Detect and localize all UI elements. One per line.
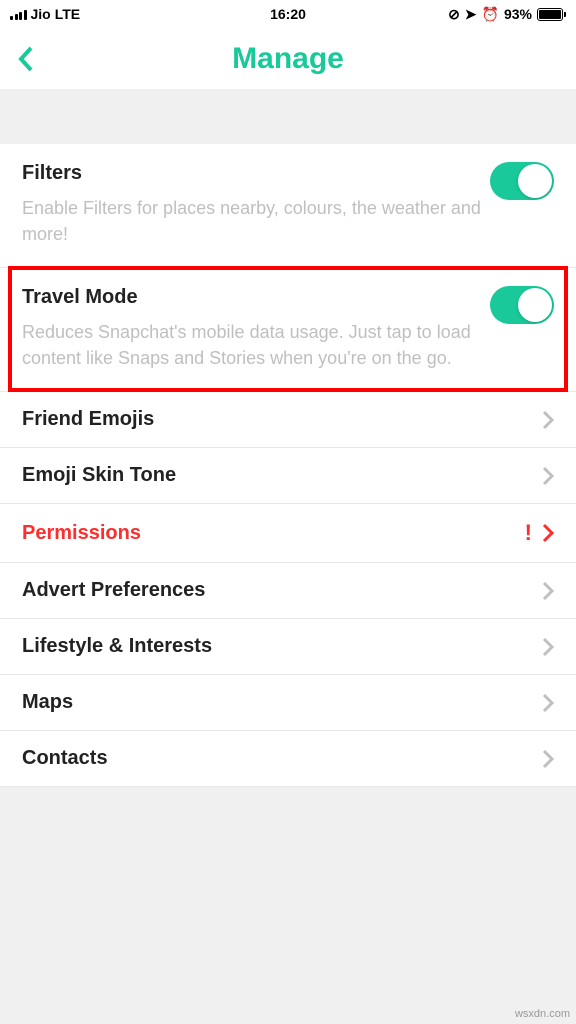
row-title: Advert Preferences	[22, 579, 542, 602]
watermark: wsxdn.com	[515, 1008, 570, 1020]
rotation-lock-icon: ⊘	[448, 6, 460, 23]
filters-toggle[interactable]	[490, 162, 554, 200]
status-bar: Jio LTE 16:20 ⊘ ➤ ⏰ 93%	[0, 0, 576, 28]
section-spacer	[0, 90, 576, 144]
row-title: Filters	[22, 162, 490, 185]
chevron-right-icon	[542, 749, 554, 769]
settings-list: Filters Enable Filters for places nearby…	[0, 144, 576, 787]
row-advert-preferences[interactable]: Advert Preferences	[0, 563, 576, 619]
row-title: Emoji Skin Tone	[22, 464, 542, 487]
row-travel-mode[interactable]: Travel Mode Reduces Snapchat's mobile da…	[0, 268, 576, 392]
row-title: Maps	[22, 691, 542, 714]
carrier-label: Jio	[31, 6, 51, 22]
chevron-right-icon	[542, 637, 554, 657]
alert-icon: !	[525, 520, 532, 546]
alarm-icon: ⏰	[482, 6, 499, 23]
row-permissions[interactable]: Permissions !	[0, 504, 576, 563]
row-title: Permissions	[22, 522, 525, 545]
row-lifestyle-interests[interactable]: Lifestyle & Interests	[0, 619, 576, 675]
signal-icon	[10, 8, 27, 20]
status-left: Jio LTE	[10, 6, 270, 22]
chevron-right-icon	[542, 410, 554, 430]
location-icon: ➤	[465, 6, 477, 23]
battery-pct: 93%	[504, 6, 532, 22]
row-title: Travel Mode	[22, 286, 490, 309]
back-button[interactable]	[18, 46, 34, 72]
chevron-right-icon	[542, 693, 554, 713]
chevron-right-icon	[542, 523, 554, 543]
travel-toggle[interactable]	[490, 286, 554, 324]
status-right: ⊘ ➤ ⏰ 93%	[306, 6, 566, 23]
chevron-right-icon	[542, 466, 554, 486]
page-title: Manage	[232, 42, 344, 76]
battery-icon	[537, 8, 566, 21]
row-desc: Enable Filters for places nearby, colour…	[22, 195, 490, 247]
row-friend-emojis[interactable]: Friend Emojis	[0, 392, 576, 448]
row-filters[interactable]: Filters Enable Filters for places nearby…	[0, 144, 576, 268]
row-contacts[interactable]: Contacts	[0, 731, 576, 787]
row-desc: Reduces Snapchat's mobile data usage. Ju…	[22, 319, 490, 371]
status-time: 16:20	[270, 6, 306, 22]
row-emoji-skin-tone[interactable]: Emoji Skin Tone	[0, 448, 576, 504]
chevron-left-icon	[18, 46, 34, 72]
row-maps[interactable]: Maps	[0, 675, 576, 731]
chevron-right-icon	[542, 581, 554, 601]
nav-header: Manage	[0, 28, 576, 90]
row-title: Contacts	[22, 747, 542, 770]
row-title: Friend Emojis	[22, 408, 542, 431]
row-title: Lifestyle & Interests	[22, 635, 542, 658]
network-label: LTE	[55, 6, 80, 22]
